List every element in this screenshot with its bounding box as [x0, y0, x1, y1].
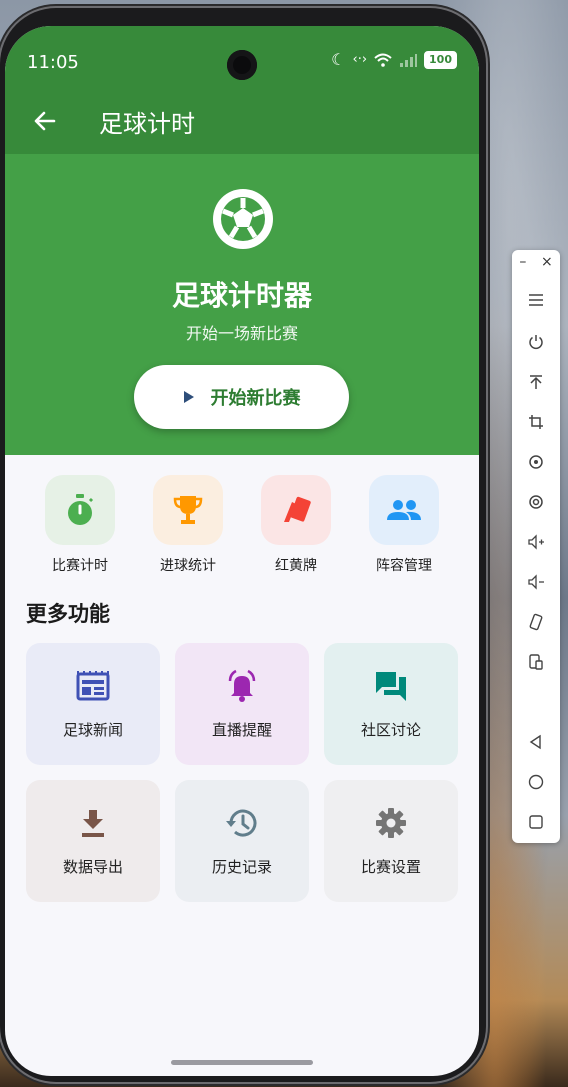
- start-new-match-label: 开始新比赛: [210, 388, 301, 409]
- card-football-news[interactable]: 足球新闻: [26, 643, 160, 765]
- card-label: 足球新闻: [62, 721, 123, 739]
- shake-icon: [529, 613, 543, 631]
- volume-up-icon: [528, 534, 544, 550]
- power-button[interactable]: [512, 328, 560, 356]
- app-bar: 足球计时: [5, 88, 479, 154]
- phone-frame: 11:05 ☾ ‹·› 100 足球计时 足球计时器 开始一场新比赛 开始新比赛…: [0, 8, 486, 1082]
- minimize-icon[interactable]: –: [519, 254, 526, 270]
- multi-device-button[interactable]: [512, 648, 560, 676]
- crop-icon: [529, 415, 543, 429]
- section-title-more: 更多功能: [26, 602, 110, 626]
- history-icon: [226, 809, 257, 837]
- rotate-icon: [529, 455, 543, 469]
- quick-icon-bg: [45, 475, 115, 545]
- data-transfer-icon: ‹·›: [352, 52, 368, 67]
- status-icons: ☾ ‹·› 100: [331, 50, 457, 69]
- close-icon[interactable]: ×: [541, 254, 553, 270]
- quick-action-label: 进球统计: [160, 558, 216, 574]
- volume-down-icon: [528, 574, 544, 590]
- hero-banner: 足球计时器 开始一场新比赛 开始新比赛: [5, 154, 479, 455]
- card-icon-wrap: [374, 806, 408, 840]
- soccer-ball-icon: [213, 189, 273, 249]
- home-indicator[interactable]: [171, 1060, 313, 1065]
- card-icon-wrap: [225, 806, 259, 840]
- wifi-icon: [374, 53, 392, 67]
- card-data-export[interactable]: 数据导出: [26, 780, 160, 902]
- quick-action-lineup[interactable]: 阵容管理: [354, 475, 454, 575]
- quick-icon-bg: [153, 475, 223, 545]
- card-label: 数据导出: [62, 858, 123, 876]
- square-recents-icon: [529, 815, 543, 829]
- cards-icon: [284, 496, 311, 522]
- quick-action-label: 比赛计时: [52, 558, 108, 574]
- stopwatch-icon: [68, 494, 94, 525]
- nav-recents-button[interactable]: [512, 808, 560, 836]
- front-camera: [227, 50, 257, 80]
- circle-home-icon: [528, 774, 544, 790]
- card-live-reminder[interactable]: 直播提醒: [175, 643, 309, 765]
- power-icon: [529, 335, 543, 350]
- nav-back-button[interactable]: [512, 728, 560, 756]
- hero-title: 足球计时器: [171, 279, 312, 312]
- page-title: 足球计时: [99, 109, 195, 138]
- status-time: 11:05: [27, 52, 79, 73]
- quick-icon-bg: [261, 475, 331, 545]
- people-icon: [387, 500, 421, 520]
- card-icon-wrap: [374, 669, 408, 703]
- battery-indicator: 100: [424, 50, 457, 69]
- card-match-settings[interactable]: 比赛设置: [324, 780, 458, 902]
- start-new-match-button[interactable]: 开始新比赛: [134, 365, 349, 429]
- quick-action-cards[interactable]: 红黄牌: [246, 475, 346, 575]
- card-label: 历史记录: [211, 858, 272, 876]
- signal-icon: [400, 53, 418, 67]
- quick-action-label: 阵容管理: [376, 558, 432, 574]
- crop-button[interactable]: [512, 408, 560, 436]
- rotate-button[interactable]: [512, 448, 560, 476]
- card-icon-wrap: [76, 669, 110, 703]
- status-bar: 11:05 ☾ ‹·› 100: [5, 26, 479, 88]
- card-label: 直播提醒: [211, 721, 272, 739]
- card-label: 社区讨论: [360, 721, 421, 739]
- arrow-left-icon: [34, 111, 56, 131]
- volume-up-button[interactable]: [512, 528, 560, 556]
- play-icon: [183, 391, 194, 403]
- screenshot-icon: [529, 495, 543, 509]
- emulator-side-toolbar: – ×: [512, 250, 560, 843]
- download-icon: [82, 810, 104, 837]
- devices-icon: [529, 654, 543, 670]
- scroll-top-button[interactable]: [512, 368, 560, 396]
- phone-screen: 11:05 ☾ ‹·› 100 足球计时 足球计时器 开始一场新比赛 开始新比赛…: [5, 26, 479, 1076]
- quick-action-goal-stats[interactable]: 进球统计: [138, 475, 238, 575]
- card-icon-wrap: [76, 806, 110, 840]
- shake-button[interactable]: [512, 608, 560, 636]
- triangle-back-icon: [529, 734, 541, 750]
- trophy-icon: [173, 496, 203, 524]
- volume-down-button[interactable]: [512, 568, 560, 596]
- quick-action-label: 红黄牌: [275, 558, 317, 574]
- bell-icon: [228, 669, 256, 702]
- moon-icon: ☾: [331, 50, 346, 69]
- quick-actions: 比赛计时 进球统计 红黄牌 阵容管理: [5, 475, 479, 585]
- quick-icon-bg: [369, 475, 439, 545]
- toolbar-window-controls: – ×: [512, 254, 560, 270]
- screenshot-button[interactable]: [512, 488, 560, 516]
- back-button[interactable]: [27, 103, 63, 139]
- upload-icon: [530, 375, 542, 389]
- card-history[interactable]: 历史记录: [175, 780, 309, 902]
- forum-icon: [376, 672, 406, 701]
- nav-home-button[interactable]: [512, 768, 560, 796]
- quick-action-match-timer[interactable]: 比赛计时: [30, 475, 130, 575]
- card-icon-wrap: [225, 669, 259, 703]
- gear-icon: [376, 808, 406, 838]
- newspaper-icon: [76, 671, 110, 701]
- card-community[interactable]: 社区讨论: [324, 643, 458, 765]
- menu-icon: [529, 294, 543, 306]
- hero-subtitle: 开始一场新比赛: [185, 324, 298, 343]
- card-label: 比赛设置: [360, 858, 421, 876]
- menu-button[interactable]: [512, 286, 560, 314]
